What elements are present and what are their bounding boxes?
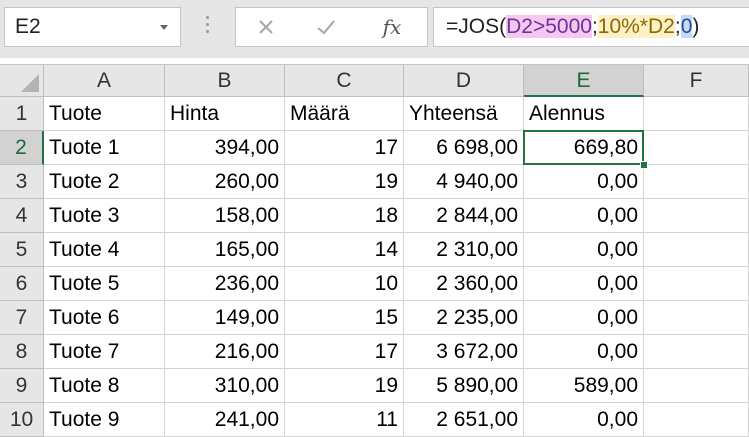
cell-d8[interactable]: 3 672,00 <box>404 335 524 369</box>
row-header-2[interactable]: 2 <box>0 131 44 165</box>
formula-text[interactable]: =JOS(D2>5000;10%*D2;0) <box>446 15 699 39</box>
cell-c5[interactable]: 14 <box>285 233 404 267</box>
cell-b6[interactable]: 236,00 <box>165 267 285 301</box>
cell-f1[interactable] <box>644 97 749 131</box>
name-box[interactable]: E2 <box>4 7 181 47</box>
close-icon[interactable] <box>246 12 286 42</box>
cell-a9[interactable]: Tuote 8 <box>44 369 165 403</box>
row-header-5[interactable]: 5 <box>0 233 44 267</box>
cell-f8[interactable] <box>644 335 749 369</box>
cell-e8[interactable]: 0,00 <box>524 335 644 369</box>
cell-c2[interactable]: 17 <box>285 131 404 165</box>
fx-icon: fx <box>382 15 402 39</box>
cell-e10[interactable]: 0,00 <box>524 403 644 437</box>
cell-d4[interactable]: 2 844,00 <box>404 199 524 233</box>
cell-b7[interactable]: 149,00 <box>165 301 285 335</box>
row-header-10[interactable]: 10 <box>0 403 44 437</box>
column-header-c[interactable]: C <box>285 65 404 97</box>
cell-f3[interactable] <box>644 165 749 199</box>
row-header-7[interactable]: 7 <box>0 301 44 335</box>
cell-f7[interactable] <box>644 301 749 335</box>
check-icon[interactable] <box>306 12 346 42</box>
cell-d6[interactable]: 2 360,00 <box>404 267 524 301</box>
formula-token: ) <box>692 15 700 38</box>
cell-b9[interactable]: 310,00 <box>165 369 285 403</box>
cell-e6[interactable]: 0,00 <box>524 267 644 301</box>
formula-reference: 10%*D2 <box>597 15 675 38</box>
row-header-6[interactable]: 6 <box>0 267 44 301</box>
cell-a5[interactable]: Tuote 4 <box>44 233 165 267</box>
cell-c1[interactable]: Määrä <box>285 97 404 131</box>
row-header-8[interactable]: 8 <box>0 335 44 369</box>
cell-e1[interactable]: Alennus <box>524 97 644 131</box>
column-header-a[interactable]: A <box>44 65 165 97</box>
cell-a6[interactable]: Tuote 5 <box>44 267 165 301</box>
cell-f6[interactable] <box>644 267 749 301</box>
column-header-e[interactable]: E <box>524 65 644 97</box>
cell-c6[interactable]: 10 <box>285 267 404 301</box>
more-options-icon[interactable] <box>206 16 210 36</box>
insert-function-button[interactable]: fx <box>372 12 412 42</box>
row-header-3[interactable]: 3 <box>0 165 44 199</box>
cell-b5[interactable]: 165,00 <box>165 233 285 267</box>
cell-a2[interactable]: Tuote 1 <box>44 131 165 165</box>
cell-f2[interactable] <box>644 131 749 165</box>
formula-buttons: fx <box>235 7 428 47</box>
cell-c10[interactable]: 11 <box>285 403 404 437</box>
cell-b8[interactable]: 216,00 <box>165 335 285 369</box>
cell-f4[interactable] <box>644 199 749 233</box>
cell-d9[interactable]: 5 890,00 <box>404 369 524 403</box>
formula-reference: D2>5000 <box>506 15 592 38</box>
cell-c9[interactable]: 19 <box>285 369 404 403</box>
cell-d5[interactable]: 2 310,00 <box>404 233 524 267</box>
cell-b3[interactable]: 260,00 <box>165 165 285 199</box>
cell-e3[interactable]: 0,00 <box>524 165 644 199</box>
cell-a7[interactable]: Tuote 6 <box>44 301 165 335</box>
cell-b10[interactable]: 241,00 <box>165 403 285 437</box>
formula-input[interactable]: =JOS(D2>5000;10%*D2;0) <box>433 7 749 47</box>
cell-e7[interactable]: 0,00 <box>524 301 644 335</box>
cell-e2[interactable]: 669,80 <box>524 131 644 165</box>
cell-d10[interactable]: 2 651,00 <box>404 403 524 437</box>
formula-token: =JOS( <box>446 15 507 38</box>
formula-token: ; <box>674 15 681 38</box>
name-box-value[interactable]: E2 <box>15 15 41 39</box>
cell-a8[interactable]: Tuote 7 <box>44 335 165 369</box>
row-header-9[interactable]: 9 <box>0 369 44 403</box>
cell-a4[interactable]: Tuote 3 <box>44 199 165 233</box>
column-header-d[interactable]: D <box>404 65 524 97</box>
column-header-f[interactable]: F <box>644 65 749 97</box>
cell-d3[interactable]: 4 940,00 <box>404 165 524 199</box>
row-header-1[interactable]: 1 <box>0 97 44 131</box>
formula-token: ; <box>591 15 598 38</box>
cell-c4[interactable]: 18 <box>285 199 404 233</box>
cell-f10[interactable] <box>644 403 749 437</box>
cell-f5[interactable] <box>644 233 749 267</box>
cell-b2[interactable]: 394,00 <box>165 131 285 165</box>
select-all-button[interactable] <box>0 65 44 97</box>
cell-b1[interactable]: Hinta <box>165 97 285 131</box>
fill-handle[interactable] <box>640 161 648 169</box>
cell-b4[interactable]: 158,00 <box>165 199 285 233</box>
cell-f9[interactable] <box>644 369 749 403</box>
select-all-icon <box>21 74 39 92</box>
cell-d2[interactable]: 6 698,00 <box>404 131 524 165</box>
cell-e5[interactable]: 0,00 <box>524 233 644 267</box>
formula-bar-area: E2 fx =JOS(D2>5000;10%*D2;0) <box>0 0 749 58</box>
cell-a3[interactable]: Tuote 2 <box>44 165 165 199</box>
cell-d7[interactable]: 2 235,00 <box>404 301 524 335</box>
formula-reference: 0 <box>680 15 693 38</box>
cell-d1[interactable]: Yhteensä <box>404 97 524 131</box>
cell-a10[interactable]: Tuote 9 <box>44 403 165 437</box>
spreadsheet-grid[interactable]: A B C D E F 1 Tuote Hinta Määrä Yhteensä Alennus 2 Tu… <box>0 64 749 437</box>
cell-c7[interactable]: 15 <box>285 301 404 335</box>
cell-e9[interactable]: 589,00 <box>524 369 644 403</box>
cell-a1[interactable]: Tuote <box>44 97 165 131</box>
cell-c3[interactable]: 19 <box>285 165 404 199</box>
chevron-down-icon[interactable] <box>160 25 168 30</box>
cell-c8[interactable]: 17 <box>285 335 404 369</box>
row-header-4[interactable]: 4 <box>0 199 44 233</box>
column-header-b[interactable]: B <box>165 65 285 97</box>
cell-e4[interactable]: 0,00 <box>524 199 644 233</box>
